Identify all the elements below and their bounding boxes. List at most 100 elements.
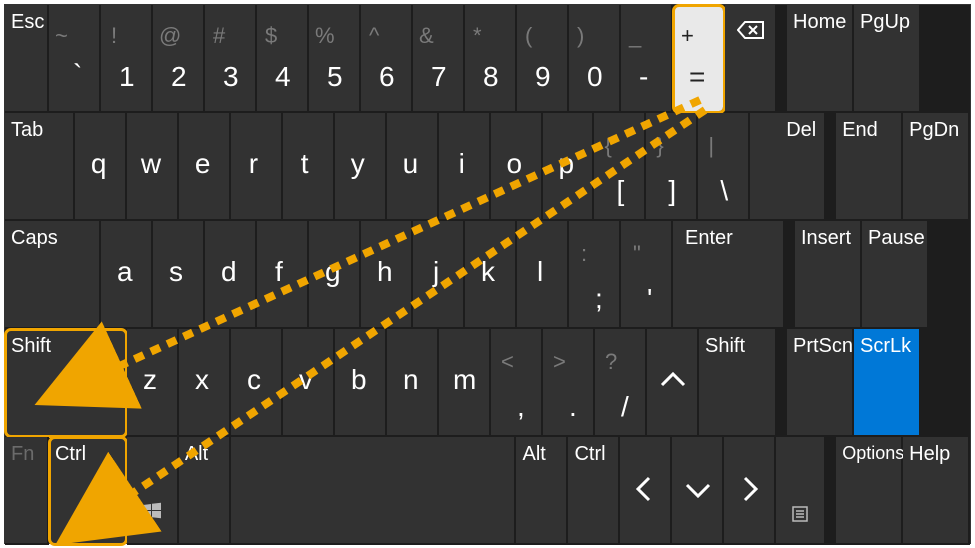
key-scrlk[interactable]: ScrLk <box>854 329 921 437</box>
pgup-label: PgUp <box>860 11 910 34</box>
key-o[interactable]: o <box>491 113 543 221</box>
key-home[interactable]: Home <box>787 5 854 113</box>
key-q[interactable]: q <box>75 113 127 221</box>
key-alt-left[interactable]: Alt <box>179 437 231 545</box>
key-backspace[interactable] <box>725 5 777 113</box>
key-comma[interactable]: <, <box>491 329 543 437</box>
chevron-left-icon <box>634 475 654 510</box>
key-bracket-close[interactable]: }] <box>646 113 698 221</box>
key-semicolon[interactable]: :; <box>569 221 621 329</box>
key-u[interactable]: u <box>387 113 439 221</box>
scrlk-label: ScrLk <box>860 335 911 358</box>
shift-r-label: Shift <box>705 335 745 358</box>
pgdn-label: PgDn <box>909 119 959 142</box>
key-fn[interactable]: Fn <box>5 437 49 545</box>
key-bracket-open[interactable]: {[ <box>594 113 646 221</box>
key-i[interactable]: i <box>439 113 491 221</box>
key-caps[interactable]: Caps <box>5 221 101 329</box>
key-backtick[interactable]: ~` <box>49 5 101 113</box>
key-equals[interactable]: += <box>673 5 725 113</box>
backspace-icon <box>737 19 765 47</box>
key-pause[interactable]: Pause <box>862 221 929 329</box>
key-prtscn[interactable]: PrtScn <box>787 329 854 437</box>
key-d[interactable]: d <box>205 221 257 329</box>
key-7[interactable]: &7 <box>413 5 465 113</box>
chevron-right-icon <box>740 475 760 510</box>
key-a[interactable]: a <box>101 221 153 329</box>
key-2[interactable]: @2 <box>153 5 205 113</box>
key-c[interactable]: c <box>231 329 283 437</box>
key-b[interactable]: b <box>335 329 387 437</box>
key-backslash[interactable]: |\ <box>698 113 750 221</box>
row-4: Shift z x c v b n m <, >. ?/ Shift PrtSc… <box>5 329 970 437</box>
caps-label: Caps <box>11 227 58 250</box>
row-2: Tab q w e r t y u i o p {[ }] |\ Del End… <box>5 113 970 221</box>
key-z[interactable]: z <box>127 329 179 437</box>
key-j[interactable]: j <box>413 221 465 329</box>
key-9[interactable]: (9 <box>517 5 569 113</box>
key-end[interactable]: End <box>836 113 903 221</box>
chevron-down-icon <box>684 479 712 507</box>
key-pgdn[interactable]: PgDn <box>903 113 970 221</box>
key-1[interactable]: !1 <box>101 5 153 113</box>
key-0[interactable]: )0 <box>569 5 621 113</box>
key-slash[interactable]: ?/ <box>595 329 647 437</box>
key-del[interactable]: Del <box>750 113 826 221</box>
key-ctrl-right[interactable]: Ctrl <box>568 437 620 545</box>
key-esc[interactable]: Esc <box>5 5 49 113</box>
home-label: Home <box>793 11 846 34</box>
key-4[interactable]: $4 <box>257 5 309 113</box>
key-insert[interactable]: Insert <box>795 221 862 329</box>
key-enter[interactable]: Enter <box>673 221 785 329</box>
key-right[interactable] <box>724 437 776 545</box>
key-shift-right[interactable]: Shift <box>699 329 777 437</box>
row-5: Fn Ctrl Alt Alt Ctrl <box>5 437 970 545</box>
enter-label: Enter <box>685 227 733 250</box>
key-r[interactable]: r <box>231 113 283 221</box>
key-f[interactable]: f <box>257 221 309 329</box>
fn-label: Fn <box>11 443 34 466</box>
key-up[interactable] <box>647 329 699 437</box>
key-menu[interactable] <box>776 437 826 545</box>
esc-label: Esc <box>11 11 44 34</box>
key-e[interactable]: e <box>179 113 231 221</box>
key-s[interactable]: s <box>153 221 205 329</box>
key-h[interactable]: h <box>361 221 413 329</box>
key-ctrl-left[interactable]: Ctrl <box>49 437 127 545</box>
del-label: Del <box>786 119 816 142</box>
key-n[interactable]: n <box>387 329 439 437</box>
menu-icon <box>792 501 808 529</box>
key-w[interactable]: w <box>127 113 179 221</box>
key-6[interactable]: ^6 <box>361 5 413 113</box>
key-x[interactable]: x <box>179 329 231 437</box>
key-pgup[interactable]: PgUp <box>854 5 921 113</box>
key-down[interactable] <box>672 437 724 545</box>
key-3[interactable]: #3 <box>205 5 257 113</box>
key-options[interactable]: Options <box>836 437 903 545</box>
key-win[interactable] <box>127 437 179 545</box>
key-v[interactable]: v <box>283 329 335 437</box>
key-minus[interactable]: _- <box>621 5 673 113</box>
key-8[interactable]: *8 <box>465 5 517 113</box>
key-k[interactable]: k <box>465 221 517 329</box>
end-label: End <box>842 119 878 142</box>
key-left[interactable] <box>620 437 672 545</box>
key-quote[interactable]: "' <box>621 221 673 329</box>
key-l[interactable]: l <box>517 221 569 329</box>
key-period[interactable]: >. <box>543 329 595 437</box>
ctrl-l-label: Ctrl <box>55 443 86 466</box>
key-m[interactable]: m <box>439 329 491 437</box>
key-tab[interactable]: Tab <box>5 113 75 221</box>
key-p[interactable]: p <box>543 113 595 221</box>
key-5[interactable]: %5 <box>309 5 361 113</box>
key-alt-right[interactable]: Alt <box>516 437 568 545</box>
tab-label: Tab <box>11 119 43 142</box>
key-y[interactable]: y <box>335 113 387 221</box>
key-t[interactable]: t <box>283 113 335 221</box>
options-label: Options <box>842 443 904 464</box>
key-shift-left[interactable]: Shift <box>5 329 127 437</box>
key-space[interactable] <box>231 437 517 545</box>
ctrl-r-label: Ctrl <box>574 443 605 466</box>
key-help[interactable]: Help <box>903 437 970 545</box>
key-g[interactable]: g <box>309 221 361 329</box>
